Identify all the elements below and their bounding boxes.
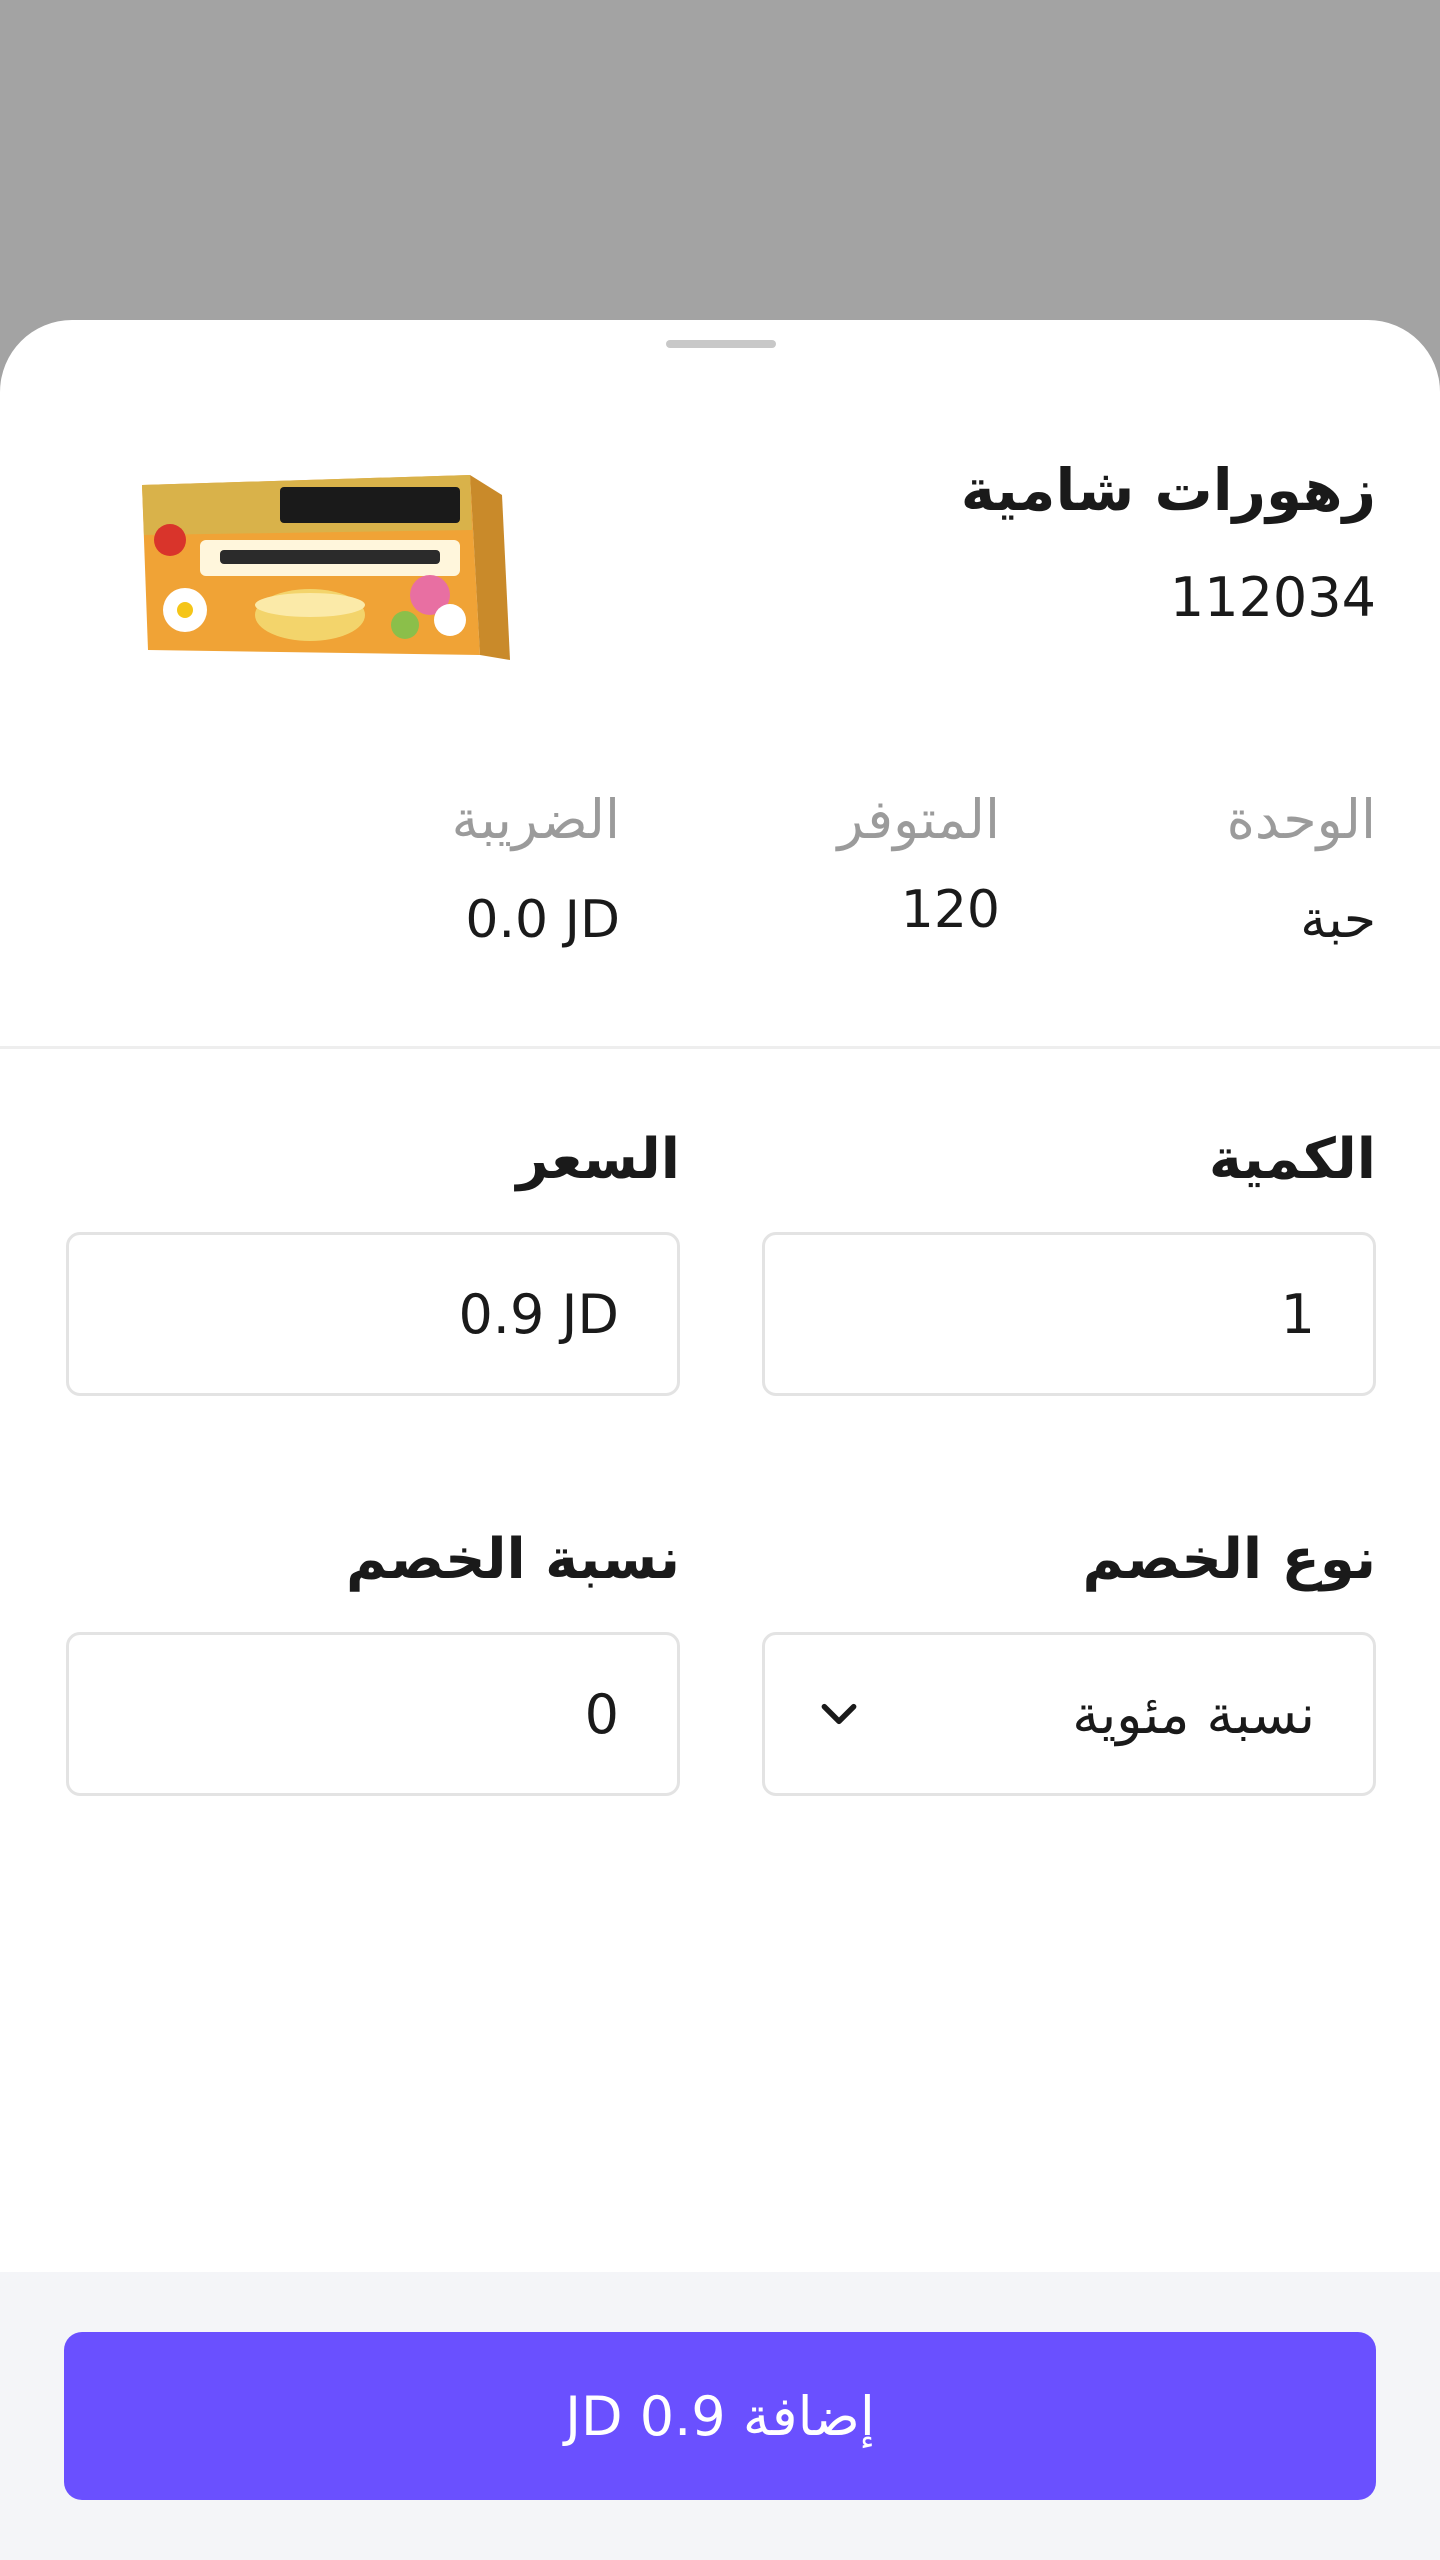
- price-input[interactable]: 0.9 JD: [66, 1232, 680, 1396]
- divider: [0, 1046, 1440, 1049]
- product-name: زهورات شامية: [960, 456, 1376, 524]
- chevron-down-icon: [817, 1692, 861, 1736]
- info-available: المتوفر 120: [680, 780, 1000, 950]
- unit-value: حبة: [1300, 890, 1376, 950]
- tax-value: 0.0 JD: [465, 890, 620, 950]
- quantity-value: 1: [1280, 1282, 1315, 1346]
- tax-label: الضريبة: [451, 788, 620, 851]
- info-tax: الضريبة 0.0 JD: [300, 780, 620, 960]
- quantity-input[interactable]: 1: [762, 1232, 1376, 1396]
- available-label: المتوفر: [837, 788, 1000, 851]
- bottom-sheet: زهورات شامية 112034 الوحدة حبة المتوفر 1…: [0, 320, 1440, 2560]
- quantity-label: الكمية: [1208, 1127, 1376, 1192]
- unit-label: الوحدة: [1226, 788, 1376, 851]
- product-image: [130, 455, 530, 665]
- drag-handle[interactable]: [666, 340, 776, 348]
- discount-percent-input[interactable]: 0: [66, 1632, 680, 1796]
- price-value: 0.9 JD: [458, 1282, 619, 1346]
- product-code: 112034: [1169, 566, 1376, 629]
- modal-backdrop[interactable]: [0, 0, 1440, 320]
- discount-type-select[interactable]: نسبة مئوية: [762, 1632, 1376, 1796]
- available-value: 120: [900, 880, 1000, 940]
- discount-type-label: نوع الخصم: [1082, 1527, 1376, 1592]
- discount-percent-label: نسبة الخصم: [345, 1527, 680, 1592]
- discount-type-value: نسبة مئوية: [1072, 1682, 1315, 1746]
- discount-percent-value: 0: [584, 1682, 619, 1746]
- info-unit: الوحدة حبة: [1056, 780, 1376, 960]
- price-label: السعر: [516, 1127, 680, 1192]
- add-button[interactable]: إضافة 0.9 JD: [64, 2332, 1376, 2500]
- footer: إضافة 0.9 JD: [0, 2272, 1440, 2560]
